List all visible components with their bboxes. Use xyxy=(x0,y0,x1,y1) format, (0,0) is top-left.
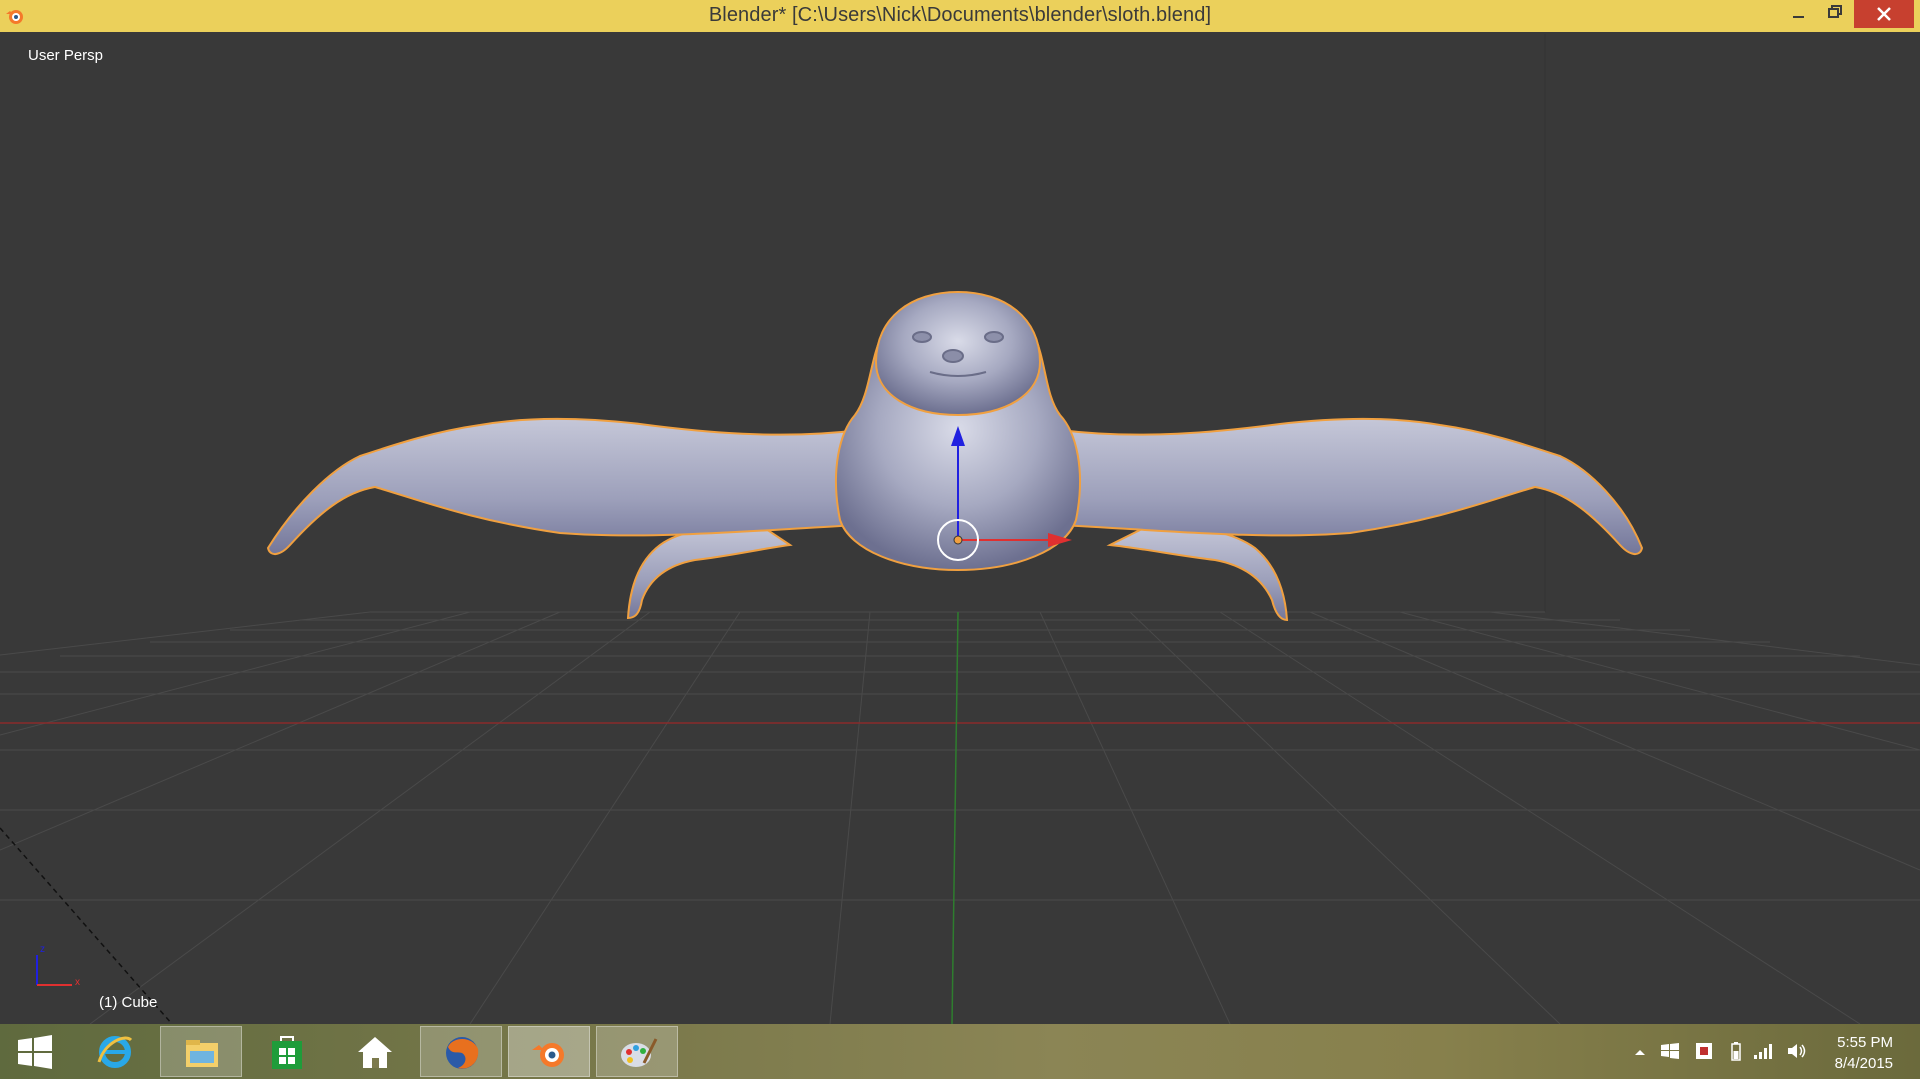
restore-button[interactable] xyxy=(1815,0,1851,28)
object-origin xyxy=(953,535,963,545)
system-tray: 5:55 PM 8/4/2015 xyxy=(1590,1024,1920,1079)
paint-icon xyxy=(621,1038,658,1067)
viewport-scene[interactable]: z x xyxy=(0,32,1920,1024)
left-leg xyxy=(626,523,793,620)
active-object-label: (1) Cube xyxy=(99,994,158,1011)
network-signal-icon[interactable] xyxy=(1752,1041,1774,1061)
minimize-icon xyxy=(1793,16,1804,18)
show-hidden-icons-icon[interactable] xyxy=(1634,1048,1646,1056)
taskbar-blender[interactable] xyxy=(508,1026,590,1077)
file-explorer-icon xyxy=(186,1040,218,1067)
clock-date: 8/4/2015 xyxy=(1834,1055,1893,1072)
sloth-mesh[interactable] xyxy=(266,290,1644,622)
window-titlebar[interactable]: Blender* [C:\Users\Nick\Documents\blende… xyxy=(0,0,1920,32)
taskbar-file-explorer[interactable] xyxy=(160,1026,242,1077)
close-icon xyxy=(1877,7,1891,21)
taskbar-firefox[interactable] xyxy=(420,1026,502,1077)
taskbar-store[interactable] xyxy=(246,1026,328,1077)
close-button[interactable] xyxy=(1854,0,1914,28)
floor-grid xyxy=(0,611,1920,1024)
start-button[interactable] xyxy=(0,1026,70,1077)
clock-time: 5:55 PM xyxy=(1837,1034,1893,1051)
store-icon xyxy=(272,1036,302,1069)
axis-label-z: z xyxy=(40,944,45,955)
volume-icon[interactable] xyxy=(1786,1041,1808,1061)
firefox-icon xyxy=(446,1037,479,1069)
3d-viewport[interactable]: z x User Persp (1) Cube xyxy=(0,32,1920,1024)
taskbar: 5:55 PM 8/4/2015 xyxy=(0,1024,1920,1079)
restore-icon xyxy=(1828,5,1842,18)
internet-explorer-icon xyxy=(97,1036,133,1068)
y-axis-line xyxy=(951,611,959,1024)
battery-icon[interactable] xyxy=(1730,1041,1742,1061)
right-leg xyxy=(1106,523,1289,622)
minimize-button[interactable] xyxy=(1780,0,1816,28)
view-label: User Persp xyxy=(28,47,104,64)
home-icon xyxy=(358,1037,392,1068)
axis-widget: z x xyxy=(36,944,80,988)
windows-flag-icon[interactable] xyxy=(1660,1041,1680,1061)
taskbar-clock[interactable]: 5:55 PM 8/4/2015 xyxy=(1835,1032,1893,1074)
action-center-icon[interactable] xyxy=(1694,1041,1716,1061)
taskbar-internet-explorer[interactable] xyxy=(74,1026,156,1077)
blender-icon xyxy=(532,1043,564,1067)
taskbar-home[interactable] xyxy=(334,1026,416,1077)
taskbar-paint[interactable] xyxy=(596,1026,678,1077)
axis-label-x: x xyxy=(75,977,80,988)
start-icon xyxy=(18,1035,52,1069)
window-title: Blender* [C:\Users\Nick\Documents\blende… xyxy=(708,4,1212,26)
